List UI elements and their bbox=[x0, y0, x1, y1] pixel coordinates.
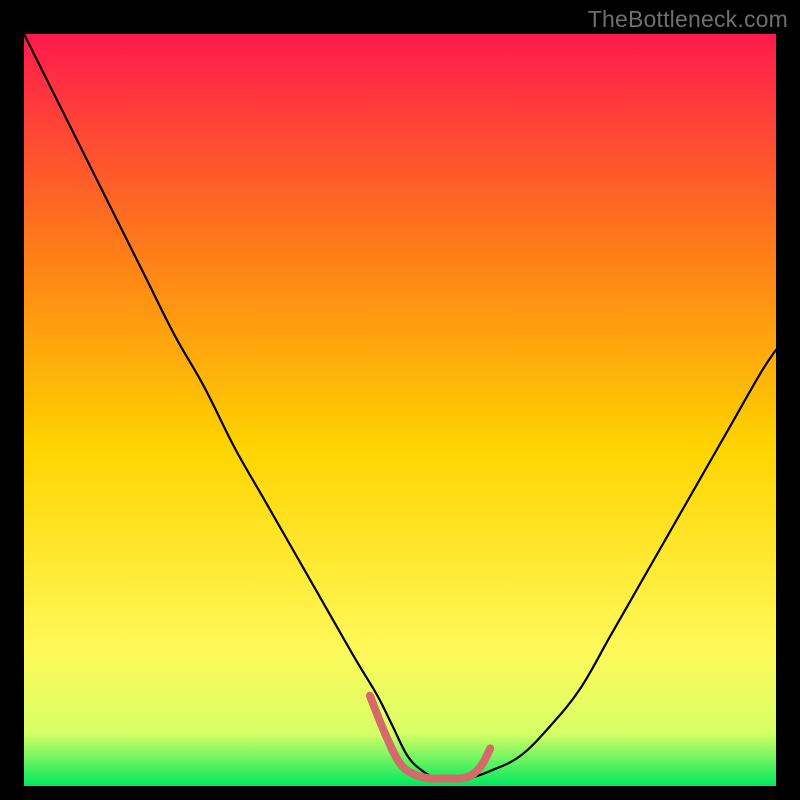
chart-background bbox=[24, 34, 776, 786]
bottleneck-chart bbox=[24, 34, 776, 786]
watermark-text: TheBottleneck.com bbox=[588, 6, 788, 33]
plot-area bbox=[24, 34, 776, 786]
chart-frame: TheBottleneck.com bbox=[0, 0, 800, 800]
